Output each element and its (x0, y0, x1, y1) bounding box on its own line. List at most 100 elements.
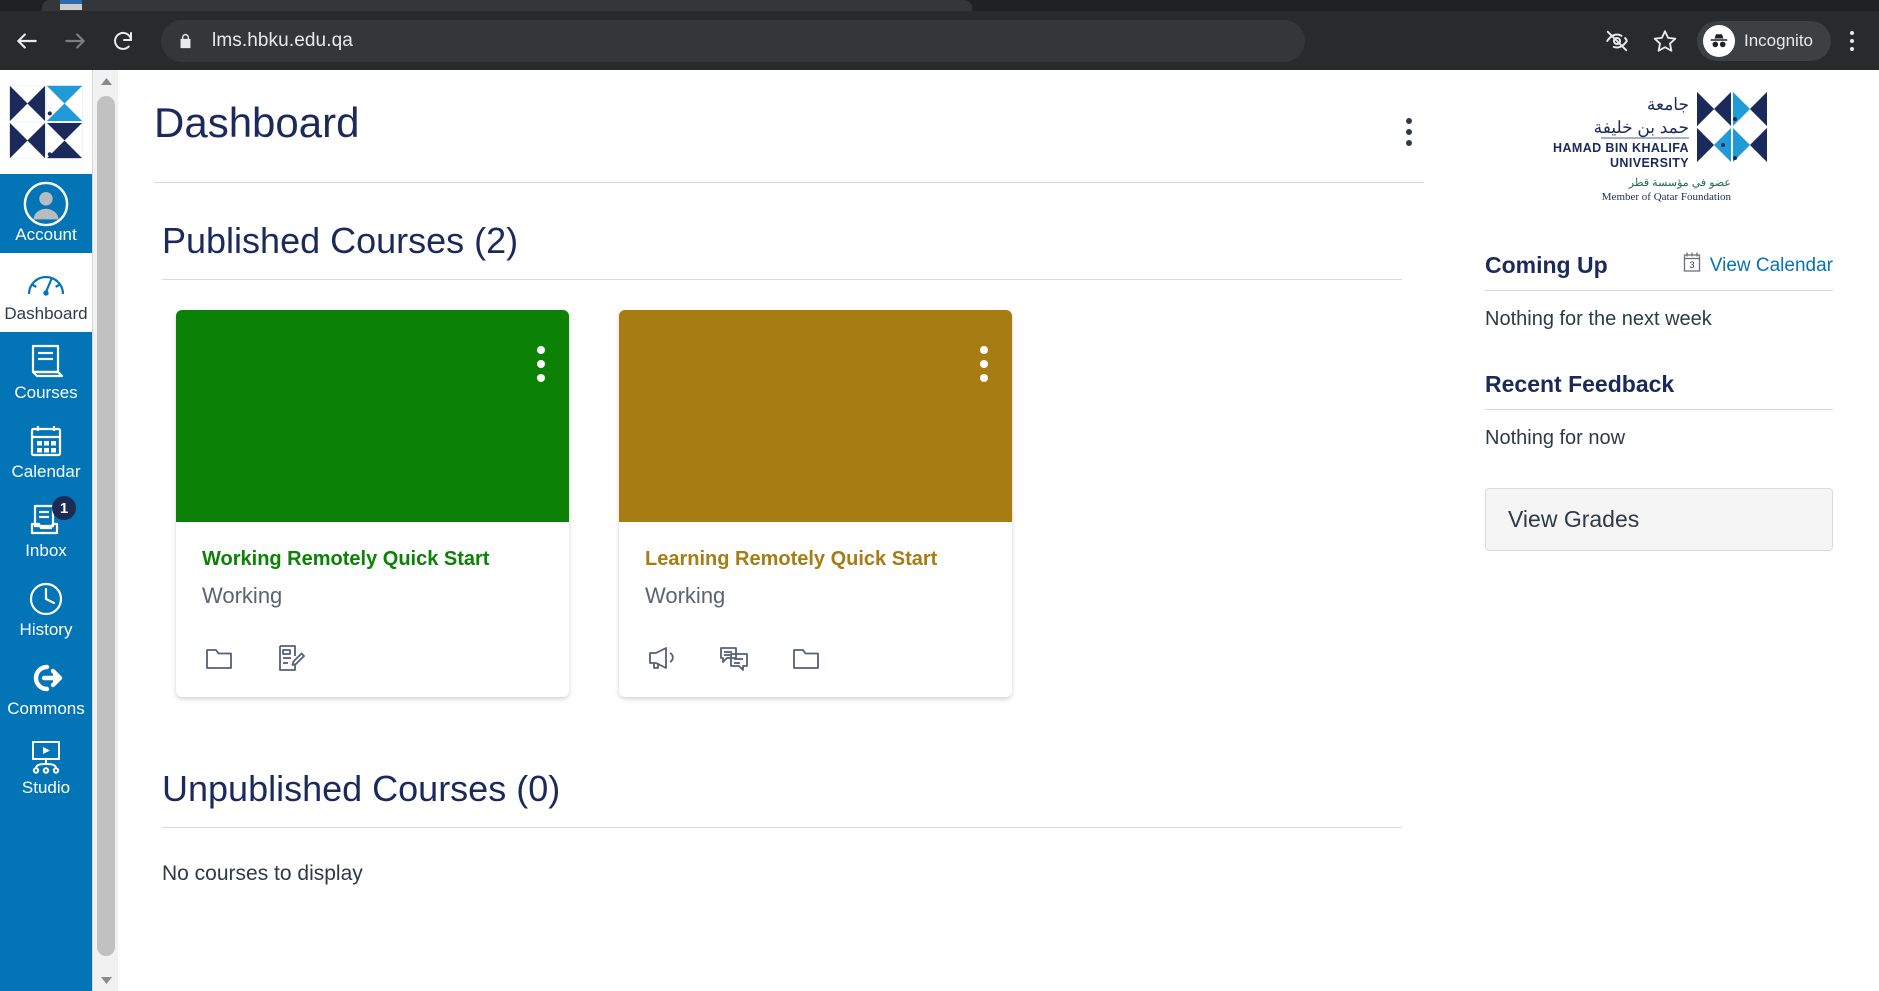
files-folder-icon[interactable] (789, 641, 823, 675)
reload-button[interactable] (99, 17, 147, 65)
recent-feedback-divider (1485, 409, 1833, 410)
omnibox-actions: Incognito (1595, 11, 1869, 70)
dashboard-options-kebab-icon[interactable] (1394, 104, 1424, 160)
course-card-term: Working (202, 583, 283, 608)
inbox-tray-icon: 1 (28, 496, 76, 540)
dashboard-right-sidebar: جامعة حمد بن خليفة HAMAD BIN KHALIFA UNI… (1459, 70, 1879, 991)
announcements-megaphone-icon[interactable] (645, 641, 679, 675)
browser-chrome: lms.hbku.edu.qa Incognito (0, 0, 1879, 70)
svg-text:UNIVERSITY: UNIVERSITY (1610, 156, 1689, 170)
svg-text:حمد بن خليفة: حمد بن خليفة (1594, 118, 1689, 138)
unpublished-empty-text: No courses to display (162, 862, 363, 885)
svg-text:3: 3 (1689, 260, 1694, 270)
course-card-body: Working Remotely Quick Start Working (176, 522, 569, 619)
inbox-unread-badge: 1 (52, 496, 76, 520)
page-viewport: Account Dashboard Courses Calendar 1 Inb… (0, 70, 1879, 991)
course-card-title[interactable]: Learning Remotely Quick Start (645, 546, 986, 572)
sidebar-item-studio[interactable]: Studio (0, 727, 92, 806)
institution-logo-icon[interactable] (0, 70, 92, 174)
unpublished-courses-section: Unpublished Courses (0) No courses to di… (162, 767, 1402, 886)
star-icon[interactable] (1643, 19, 1687, 63)
svg-text:عضو في مؤسسة قطر: عضو في مؤسسة قطر (1628, 177, 1731, 189)
course-card-body: Learning Remotely Quick Start Working (619, 522, 1012, 619)
course-card-header[interactable] (619, 310, 1012, 522)
book-icon (28, 342, 64, 382)
sidebar-item-label: Calendar (11, 462, 81, 481)
clock-icon (27, 579, 65, 619)
address-bar[interactable]: lms.hbku.edu.qa (161, 19, 1305, 62)
course-card-header[interactable] (176, 310, 569, 522)
eye-off-icon[interactable] (1595, 19, 1639, 63)
sidebar-item-account[interactable]: Account (0, 174, 92, 253)
sidebar-item-label: Inbox (25, 541, 67, 560)
published-courses-section: Published Courses (2) Working Remotely Q… (162, 219, 1402, 697)
coming-up-header: Coming Up 3 View Calendar (1485, 250, 1833, 280)
profile-incognito-button[interactable]: Incognito (1697, 20, 1831, 61)
svg-text:جامعة: جامعة (1647, 95, 1689, 114)
header-divider (154, 182, 1424, 183)
coming-up-title: Coming Up (1485, 252, 1608, 278)
page-title: Dashboard (154, 99, 360, 146)
calendar-icon (28, 421, 64, 461)
sidebar-item-history[interactable]: History (0, 569, 92, 648)
course-card[interactable]: Learning Remotely Quick Start Working (619, 310, 1012, 697)
commons-arrow-icon (27, 658, 65, 698)
coming-up-empty-text: Nothing for the next week (1485, 308, 1712, 330)
course-card-options-kebab-icon[interactable] (527, 336, 555, 392)
unpublished-courses-title: Unpublished Courses (0) (162, 768, 561, 809)
sidebar-item-label: History (19, 620, 73, 639)
sidebar-item-label: Commons (7, 699, 85, 718)
forward-button[interactable] (51, 17, 99, 65)
coming-up-divider (1485, 290, 1833, 291)
course-card-options-kebab-icon[interactable] (970, 336, 998, 392)
browser-tab-active[interactable] (42, 0, 972, 11)
view-calendar-link[interactable]: 3 View Calendar (1682, 252, 1833, 279)
svg-text:HAMAD BIN KHALIFA: HAMAD BIN KHALIFA (1553, 141, 1689, 155)
scrollbar-thumb[interactable] (97, 96, 115, 956)
incognito-icon (1703, 24, 1735, 57)
assignments-icon[interactable] (274, 641, 308, 675)
scroll-up-arrow-icon[interactable] (93, 70, 119, 92)
chrome-menu-icon[interactable] (1835, 19, 1869, 63)
section-divider (162, 279, 1402, 280)
view-grades-button[interactable]: View Grades (1485, 488, 1833, 551)
dashboard-header: Dashboard (154, 98, 1424, 160)
url-text: lms.hbku.edu.qa (212, 29, 353, 51)
coming-up-block: Coming Up 3 View Calendar Nothing for th… (1485, 250, 1833, 333)
sidebar-item-label: Dashboard (4, 304, 88, 323)
sidebar-item-courses[interactable]: Courses (0, 332, 92, 411)
page-scrollbar[interactable] (92, 70, 118, 991)
recent-feedback-title: Recent Feedback (1485, 371, 1675, 397)
sidebar-item-calendar[interactable]: Calendar (0, 411, 92, 490)
lock-icon (177, 31, 194, 51)
course-card-actions (176, 619, 569, 697)
dashboard-gauge-icon (26, 263, 66, 303)
course-card-actions (619, 619, 1012, 697)
sidebar-item-dashboard[interactable]: Dashboard (0, 253, 92, 332)
course-cards-row: Working Remotely Quick Start Working Lea… (176, 310, 1402, 697)
main-content: Dashboard Published Courses (2) Working … (118, 70, 1879, 991)
calendar-icon: 3 (1682, 252, 1702, 279)
sidebar-item-label: Courses (14, 383, 78, 402)
studio-screen-icon (27, 737, 65, 777)
published-courses-title: Published Courses (2) (162, 220, 519, 261)
files-folder-icon[interactable] (202, 641, 236, 675)
profile-label: Incognito (1744, 30, 1813, 50)
discussions-icon[interactable] (717, 641, 751, 675)
view-calendar-label: View Calendar (1709, 254, 1833, 276)
scroll-down-arrow-icon[interactable] (93, 969, 119, 991)
tab-strip (0, 0, 1879, 11)
course-card-term: Working (645, 583, 726, 608)
section-divider (162, 827, 1402, 828)
sidebar-item-inbox[interactable]: 1 Inbox (0, 490, 92, 569)
recent-feedback-block: Recent Feedback Nothing for now (1485, 369, 1833, 452)
recent-feedback-empty-text: Nothing for now (1485, 427, 1626, 449)
hbku-logo: جامعة حمد بن خليفة HAMAD BIN KHALIFA UNI… (1485, 86, 1833, 206)
course-card[interactable]: Working Remotely Quick Start Working (176, 310, 569, 697)
back-button[interactable] (3, 17, 51, 65)
course-card-title[interactable]: Working Remotely Quick Start (202, 546, 543, 572)
sidebar-item-label: Account (15, 225, 77, 244)
sidebar-item-commons[interactable]: Commons (0, 648, 92, 727)
user-avatar-icon (23, 181, 69, 227)
sidebar-item-label: Studio (21, 778, 71, 797)
